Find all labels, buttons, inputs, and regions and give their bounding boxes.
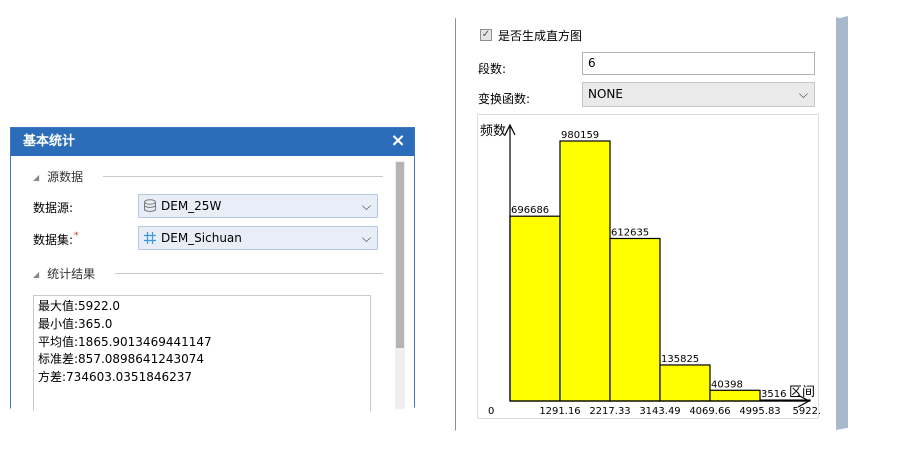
dialog-scrollbar-thumb[interactable]	[396, 162, 404, 348]
histogram-chart: 696686 980159 612635 135825 40398 3516 频数区间 0 12…	[477, 114, 821, 419]
x-tick-label: 3143.49	[639, 406, 680, 417]
result-max: 最大值:5922.0	[38, 299, 121, 313]
source-data-section-label: 源数据	[47, 170, 84, 184]
result-min: 最小值:365.0	[38, 316, 113, 331]
histogram-checkbox-label[interactable]: 是否生成直方图	[498, 27, 582, 44]
statistics-result-section-label: 统计结果	[47, 267, 96, 281]
chevron-down-icon[interactable]: ⌵	[362, 227, 371, 249]
transform-function-value: NONE	[588, 87, 623, 101]
x-tick-label: 4995.83	[739, 406, 780, 417]
source-data-section-header[interactable]: ◢ 源数据	[33, 168, 83, 185]
datasource-value: DEM_25W	[161, 199, 222, 213]
chevron-down-icon[interactable]: ⌵	[362, 195, 371, 217]
histogram-checkbox[interactable]: ✓	[480, 29, 492, 41]
dataset-value: DEM_Sichuan	[161, 231, 242, 245]
bar-value-label: 696686	[511, 205, 549, 216]
datasource-label: 数据源:	[33, 201, 74, 215]
histogram-bar	[659, 364, 711, 402]
x-axis-label: 区间	[789, 385, 815, 400]
dataset-label: 数据集:*	[33, 231, 79, 248]
bar-value-label: 980159	[561, 130, 599, 141]
chevron-down-icon[interactable]: ⌵	[799, 83, 808, 106]
dataset-label-text: 数据集:	[33, 233, 74, 247]
collapse-triangle-icon[interactable]: ◢	[33, 270, 39, 279]
x-tick-label: 2217.33	[589, 406, 630, 417]
result-variance: 方差:734603.0351846237	[38, 370, 193, 385]
close-icon[interactable]: ×	[388, 131, 408, 151]
collapse-triangle-icon[interactable]: ◢	[33, 173, 39, 182]
segments-input[interactable]: 6	[582, 52, 815, 75]
grid-dataset-icon	[144, 232, 156, 244]
histogram-bar	[559, 140, 611, 402]
histogram-bar	[509, 215, 561, 402]
transform-function-label: 变换函数:	[478, 92, 531, 106]
x-tick-label: 0	[488, 406, 494, 417]
basic-statistics-dialog: 基本统计 × ◢ 源数据 数据源: DEM_25W ⌵ 数据集:* DEM_Sic…	[10, 127, 415, 414]
y-axis-label: 频数	[480, 124, 506, 139]
transform-function-combo[interactable]: NONE ⌵	[582, 82, 815, 107]
histogram-bar	[709, 389, 761, 402]
segments-label: 段数:	[478, 62, 507, 76]
statistics-result-section-header[interactable]: ◢ 统计结果	[33, 265, 95, 282]
required-asterisk: *	[74, 231, 79, 241]
panel-left-border	[455, 12, 456, 434]
database-icon	[144, 199, 156, 212]
histogram-settings-panel: ✓ 是否生成直方图 段数: 6 变换函数: NONE ⌵ 696686 98015…	[455, 12, 856, 434]
panel-scrollbar[interactable]	[836, 12, 848, 434]
dataset-combo[interactable]: DEM_Sichuan ⌵	[138, 226, 378, 250]
bar-value-label: 135825	[661, 354, 699, 365]
dialog-title-bar: 基本统计 ×	[11, 128, 414, 156]
histogram-bar	[609, 237, 661, 402]
dialog-title: 基本统计	[23, 134, 76, 149]
bar-value-label: 3516	[761, 389, 786, 400]
datasource-combo[interactable]: DEM_25W ⌵	[138, 194, 378, 218]
bar-value-label: 612635	[611, 227, 649, 238]
result-stddev: 标准差:857.0898641243074	[38, 352, 205, 367]
result-mean: 平均值:1865.9013469441147	[38, 334, 212, 349]
section-divider	[115, 273, 383, 274]
x-tick-label: 1291.16	[539, 406, 580, 417]
statistics-result-textbox[interactable]: 最大值:5922.0 最小值:365.0 平均值:1865.9013469441…	[33, 295, 371, 414]
section-divider	[103, 176, 383, 177]
x-tick-label: 4069.66	[689, 406, 730, 417]
x-tick-label: 5922.0	[793, 406, 821, 417]
histogram-svg: 696686 980159 612635 135825 40398 3516 频数区间 0 12…	[480, 123, 821, 417]
bar-value-label: 40398	[711, 379, 743, 390]
